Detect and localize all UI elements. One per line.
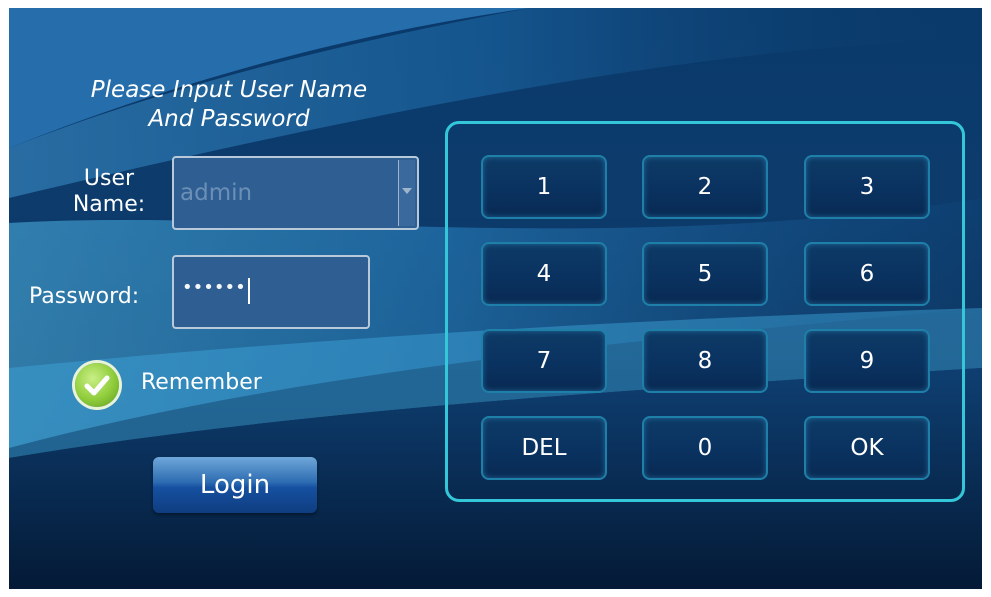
username-label: User Name: [55, 166, 163, 218]
key-2[interactable]: 2 [642, 155, 768, 219]
key-del[interactable]: DEL [481, 416, 607, 480]
key-4[interactable]: 4 [481, 242, 607, 306]
key-3[interactable]: 3 [804, 155, 930, 219]
username-label-line-2: Name: [72, 192, 146, 217]
username-label-line-1: User [83, 166, 135, 191]
checkmark-icon [84, 375, 110, 396]
username-dropdown-button[interactable] [398, 160, 415, 226]
page-title: Please Input User Name And Password [69, 76, 389, 134]
key-5[interactable]: 5 [642, 242, 768, 306]
remember-checkbox[interactable] [75, 363, 119, 407]
key-ok[interactable]: OK [804, 416, 930, 480]
remember-label: Remember [141, 370, 262, 395]
key-8[interactable]: 8 [642, 329, 768, 393]
text-cursor [248, 278, 250, 304]
login-screen: Please Input User Name And Password User… [9, 8, 982, 589]
key-0[interactable]: 0 [642, 416, 768, 480]
numeric-keypad: 1 2 3 4 5 6 7 8 9 DEL 0 OK [445, 121, 965, 502]
key-9[interactable]: 9 [804, 329, 930, 393]
username-value: admin [180, 180, 253, 206]
password-value: •••••• [182, 277, 246, 298]
login-button[interactable]: Login [153, 457, 317, 513]
password-label: Password: [29, 284, 140, 309]
key-7[interactable]: 7 [481, 329, 607, 393]
key-6[interactable]: 6 [804, 242, 930, 306]
key-1[interactable]: 1 [481, 155, 607, 219]
password-field[interactable]: •••••• [172, 255, 370, 329]
username-field[interactable]: admin [172, 156, 419, 230]
title-line-2: And Password [148, 106, 310, 132]
title-line-1: Please Input User Name [90, 77, 368, 103]
chevron-down-icon [402, 188, 412, 194]
